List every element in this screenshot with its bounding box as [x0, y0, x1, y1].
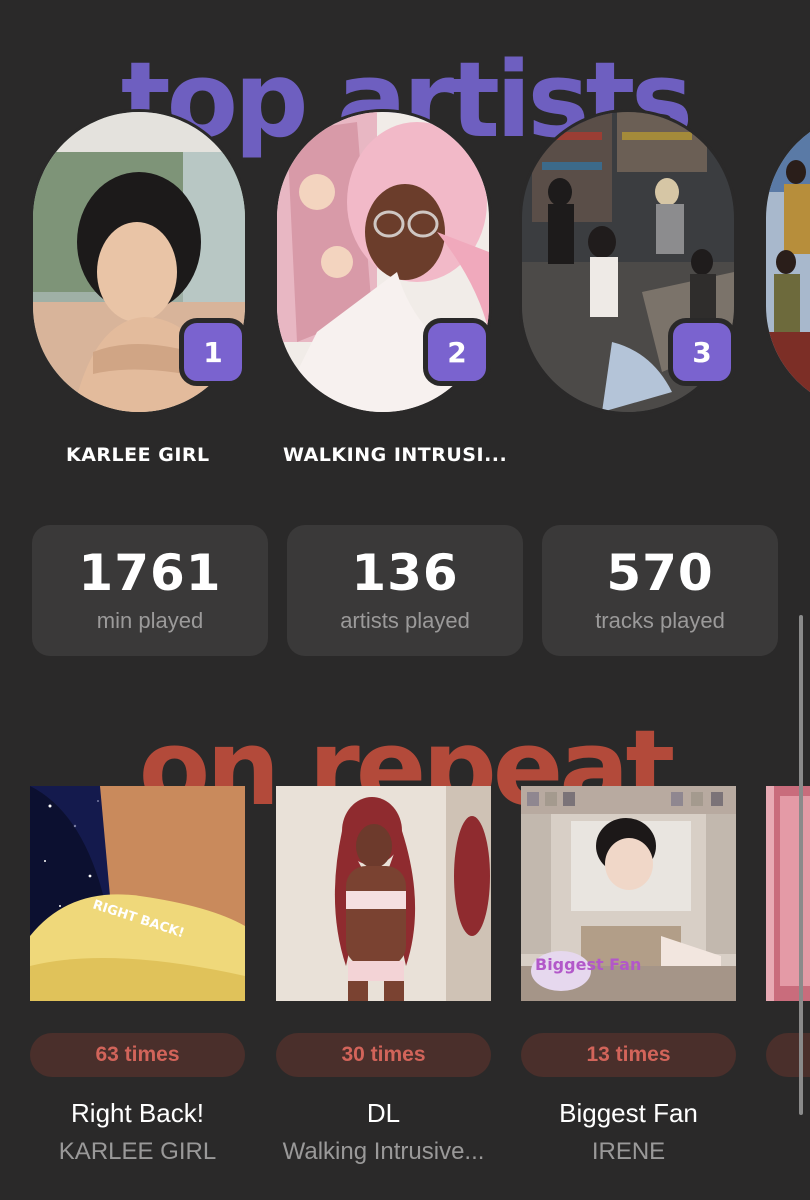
track-cover-4[interactable] [766, 786, 810, 1001]
stat-label: tracks played [595, 607, 725, 633]
scrollbar[interactable] [799, 615, 803, 1115]
wrapped-stats-page: top artists 1 KARLEE GIRL 2 WALKING INTR… [0, 0, 810, 1200]
stat-label: artists played [340, 607, 470, 633]
rank-badge: 1 [179, 318, 247, 386]
stat-label: min played [96, 607, 204, 633]
play-count-badge: 30 times [276, 1033, 491, 1077]
track-cover-3[interactable]: Biggest Fan [521, 786, 736, 1001]
track-title[interactable]: Biggest Fan [521, 1098, 736, 1129]
artist-card-1[interactable]: 1 [33, 112, 247, 412]
track-title[interactable]: DL [276, 1098, 491, 1129]
play-count-badge: 63 times [30, 1033, 245, 1077]
track-artist[interactable]: KARLEE GIRL [30, 1138, 245, 1166]
artist-card-4[interactable] [766, 112, 810, 412]
artist-name: KARLEE GIRL [66, 444, 210, 466]
rank-badge: 3 [668, 318, 736, 386]
track-artist[interactable]: Walking Intrusive... [276, 1138, 491, 1166]
cover-text: Biggest Fan [535, 955, 641, 974]
artist-photo [766, 112, 810, 412]
track-artist[interactable]: IRENE [521, 1138, 736, 1166]
stat-artists-played: 136 artists played [287, 525, 523, 656]
rank-badge: 2 [423, 318, 491, 386]
artist-name: WALKING INTRUSI... [283, 444, 508, 466]
stat-value: 1761 [78, 544, 222, 602]
stat-value: 136 [351, 544, 459, 602]
track-title[interactable]: Right Back! [30, 1098, 245, 1129]
stat-value: 570 [606, 544, 714, 602]
track-cover-2[interactable] [276, 786, 491, 1001]
track-cover-1[interactable]: RIGHT BACK! [30, 786, 245, 1001]
stat-tracks-played: 570 tracks played [542, 525, 778, 656]
play-count-badge [766, 1033, 810, 1077]
stat-minutes-played: 1761 min played [32, 525, 268, 656]
artist-card-3[interactable]: 3 [522, 112, 736, 412]
play-count-badge: 13 times [521, 1033, 736, 1077]
artist-card-2[interactable]: 2 [277, 112, 491, 412]
